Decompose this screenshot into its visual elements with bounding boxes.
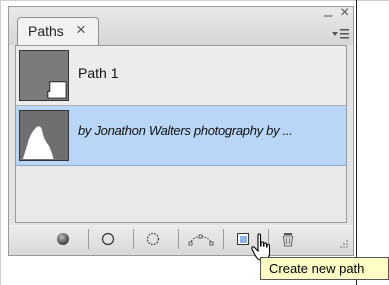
filled-circle-icon <box>57 233 69 245</box>
new-path-icon <box>237 233 249 245</box>
work-path-icon <box>188 234 214 246</box>
close-icon[interactable]: × <box>340 4 349 22</box>
list-item[interactable]: by Jonathon Walters photography by ... <box>16 106 346 166</box>
path-label: Path 1 <box>78 65 119 81</box>
tab-paths[interactable]: Paths × <box>17 17 99 45</box>
tab-close-icon[interactable]: × <box>76 20 86 40</box>
stroke-path-button[interactable] <box>90 228 126 250</box>
screen-frame-left <box>0 0 1 285</box>
dotted-circle-icon <box>146 232 160 246</box>
divider <box>178 229 179 249</box>
tab-label: Paths <box>28 23 64 39</box>
paths-list: Path 1 by Jonathon Walters photography b… <box>15 45 347 223</box>
path-label: by Jonathon Walters photography by ... <box>78 123 293 138</box>
circle-outline-icon <box>101 232 115 246</box>
divider <box>133 229 134 249</box>
screen-frame-top <box>0 0 389 1</box>
delete-path-button[interactable] <box>270 228 306 250</box>
collapse-icon[interactable]: – <box>324 7 332 24</box>
divider <box>223 229 224 249</box>
fill-path-button[interactable] <box>45 228 81 250</box>
panel-menu-icon[interactable] <box>330 26 350 40</box>
resize-grip-icon[interactable] <box>337 237 349 249</box>
divider <box>88 229 89 249</box>
tooltip-text: Create new path <box>269 261 365 276</box>
panel-footer <box>9 225 353 255</box>
make-work-path-button[interactable] <box>180 228 222 250</box>
white-silhouette-thumbnail <box>19 110 69 161</box>
tooltip: Create new path <box>260 257 389 280</box>
gray-shape-thumbnail <box>19 50 69 101</box>
divider-line <box>356 0 357 285</box>
load-as-selection-button[interactable] <box>135 228 171 250</box>
panel-header: Paths × – × <box>9 4 353 45</box>
paths-panel: Paths × – × Path 1 by Jonathon Walters p… <box>8 4 354 256</box>
trash-icon <box>283 232 293 246</box>
list-item[interactable]: Path 1 <box>16 46 346 106</box>
